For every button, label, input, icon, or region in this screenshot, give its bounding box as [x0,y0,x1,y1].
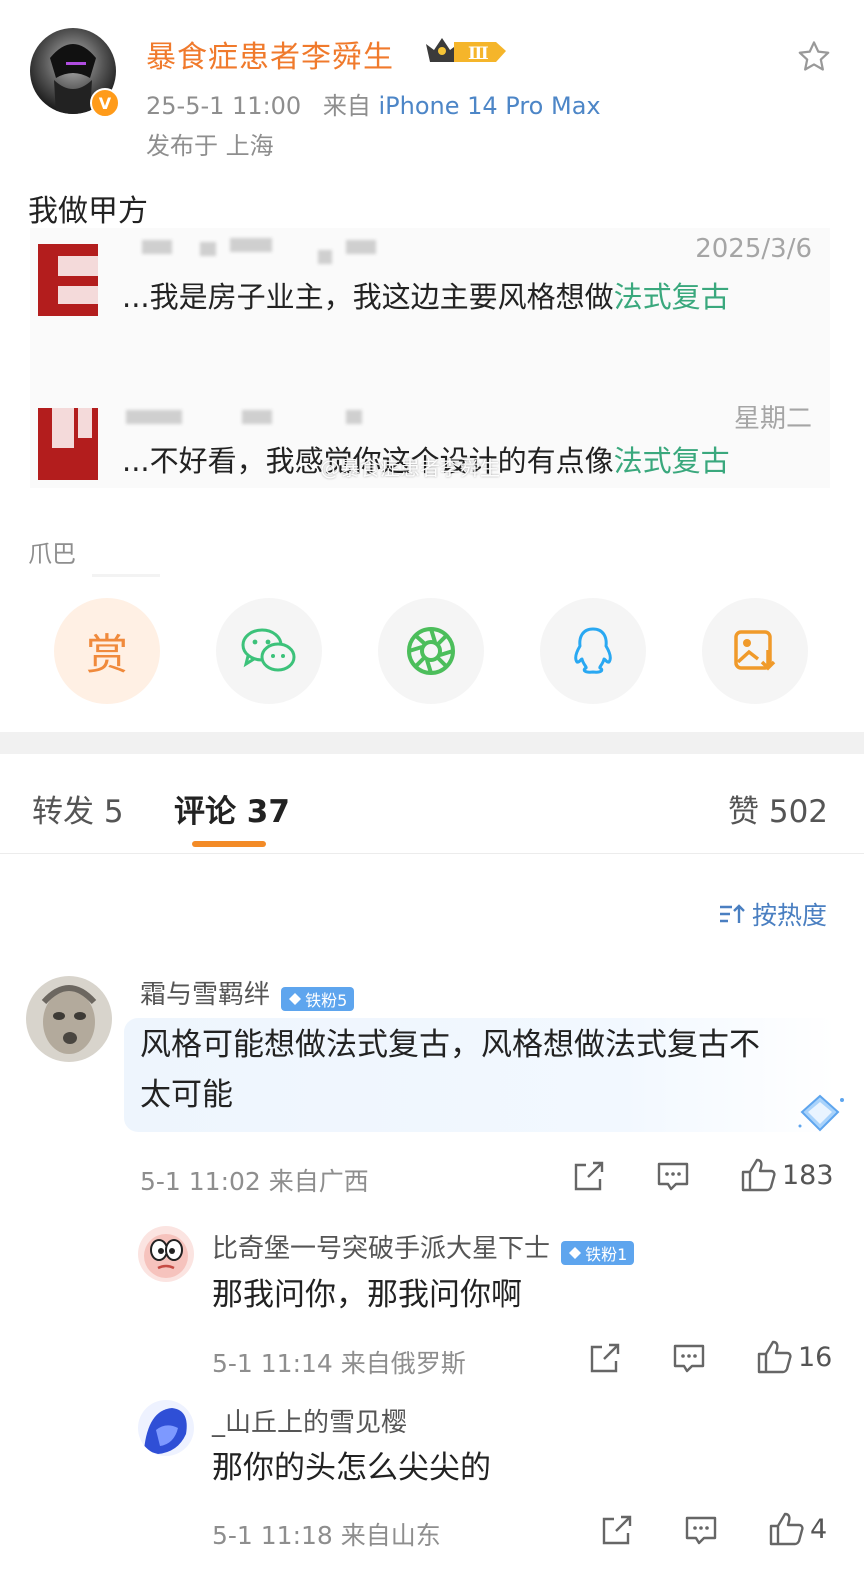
tab-bottom-border [0,853,864,854]
from-label: 来自 [322,92,371,120]
share-wechat-button[interactable] [216,598,322,704]
reply-comment-button[interactable] [656,1160,690,1192]
post-image-chat-screenshot[interactable]: 2025/3/6 ...我是房子业主，我这边主要风格想做法式复古 星期二 ...… [30,228,830,488]
blurred-avatar [38,408,98,480]
tab-repost[interactable]: 转发 5 [32,786,124,831]
save-image-button[interactable] [702,598,808,704]
share-popup-notch [92,574,160,577]
comment-bubble-icon [657,1162,689,1191]
reply-avatar[interactable] [138,1400,194,1456]
replier-name[interactable]: _山丘上的雪见樱 [212,1408,407,1438]
reward-button[interactable]: 赏 [54,598,160,704]
sort-icon [720,904,745,923]
tab-comments[interactable]: 评论 37 [174,786,290,831]
repost-reply-button[interactable] [588,1342,622,1374]
like-comment-button[interactable]: 183 [740,1158,834,1192]
repost-reply-button[interactable] [600,1514,634,1546]
replier-name[interactable]: 比奇堡一号突破手派大星下士 [212,1234,550,1264]
reply-meta: 5-1 11:18 来自山东 [212,1521,441,1550]
qq-icon [574,627,612,674]
reply-meta: 5-1 11:14 来自俄罗斯 [212,1349,466,1378]
comment-header: 霜与雪羁绊 铁粉5 [140,974,355,1011]
chat-text: ...我是房子业主，我这边主要风格想做法式复古 [122,280,730,314]
diamond-decoration-icon [796,1092,846,1140]
repost-comment-button[interactable] [572,1160,606,1192]
post-time: 25-5-1 11:00 [146,92,302,120]
share-arrow-icon [590,1343,620,1373]
fan-badge: 铁粉1 [561,1240,635,1265]
like-count: 16 [798,1341,833,1373]
thumbs-up-icon [741,1158,776,1192]
verified-v-icon: V [90,88,120,118]
chat-date: 星期二 [733,404,812,434]
thumbs-up-icon [757,1340,792,1374]
post-text: 我做甲方 [28,194,148,229]
sort-by-heat-button[interactable]: 按热度 [718,896,827,932]
favorite-star-icon[interactable] [795,38,833,80]
share-arrow-icon [602,1515,632,1545]
reply-avatar[interactable] [138,1226,194,1282]
reply-header: 比奇堡一号突破手派大星下士 铁粉1 [212,1228,635,1265]
section-divider [0,732,864,754]
reply-text: 那我问你，那我问你啊 [212,1277,522,1313]
share-qq-button[interactable] [540,598,646,704]
comment-meta: 5-1 11:02 来自广西 [140,1167,369,1196]
comment-bubble-icon [673,1344,705,1373]
reply-reply-button[interactable] [672,1342,706,1374]
author-name[interactable]: 暴食症患者李舜生 [146,32,394,76]
commenter-name[interactable]: 霜与雪羁绊 [140,980,270,1010]
diamond-icon [569,1246,582,1259]
post-location: 发布于 上海 [146,132,274,160]
moments-icon [407,627,455,675]
diamond-icon [289,992,302,1005]
share-moments-button[interactable] [378,598,484,704]
thumbs-up-icon [769,1512,804,1546]
like-count: 4 [810,1513,828,1545]
fan-badge: 铁粉5 [281,986,355,1011]
blurred-avatar [38,244,98,316]
post-source: 爪巴 [28,540,76,568]
comment-bubble-icon [685,1516,717,1545]
active-tab-indicator [192,841,266,847]
crown-level-badge[interactable]: Ⅲ [424,34,508,72]
comment-avatar[interactable] [26,976,112,1062]
like-count: 183 [782,1159,834,1191]
level-text: Ⅲ [468,44,489,64]
reply-reply-button[interactable] [684,1514,718,1546]
device-link[interactable]: iPhone 14 Pro Max [378,92,600,120]
share-arrow-icon [574,1161,604,1191]
comment-text: 风格可能想做法式复古，风格想做法式复古不 太可能 [140,1027,760,1113]
save-image-icon [734,630,776,671]
tab-likes[interactable]: 赞 502 [728,786,828,831]
post-meta: 25-5-1 11:00 来自 iPhone 14 Pro Max [146,86,601,121]
image-watermark: @暴食症患者李舜生 [320,456,500,480]
sort-label: 按热度 [752,901,828,930]
reward-icon: 赏 [85,629,128,679]
chat-message-1: 2025/3/6 ...我是房子业主，我这边主要风格想做法式复古 [30,234,830,324]
like-reply-button[interactable]: 16 [756,1340,832,1374]
chat-date: 2025/3/6 [695,234,812,264]
wechat-icon [241,628,296,672]
reply-text: 那你的头怎么尖尖的 [212,1450,491,1486]
like-reply-button[interactable]: 4 [768,1512,827,1546]
reply-header: _山丘上的雪见樱 [212,1402,407,1439]
